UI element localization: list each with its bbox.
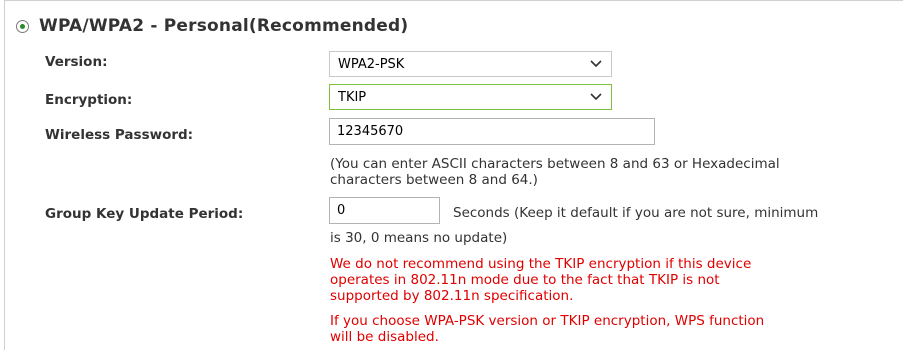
password-hint-line2: characters between 8 and 64.) [330,172,538,188]
chevron-down-icon [589,90,603,104]
password-value: 12345670 [337,124,404,139]
radio-dot [20,23,25,29]
group-key-unit-hint-line2: is 30, 0 means no update) [330,230,508,246]
chevron-down-icon [589,57,603,71]
version-value: WPA2-PSK [338,56,405,72]
panel-top-border [4,0,903,1]
panel-left-border [4,0,5,350]
wireless-security-panel: WPA/WPA2 - Personal(Recommended) Version… [0,0,903,350]
tkip-warning-line2: operates in 802.11n mode due to the fact… [330,272,720,288]
group-key-input[interactable]: 0 [329,197,440,224]
group-key-label: Group Key Update Period: [45,206,244,222]
version-label: Version: [45,54,108,70]
version-select[interactable]: WPA2-PSK [329,51,612,77]
encryption-label: Encryption: [45,92,133,108]
wps-warning-line2: will be disabled. [330,329,439,345]
wps-warning-line1: If you choose WPA-PSK version or TKIP en… [330,313,765,329]
tkip-warning-line3: supported by 802.11n specification. [330,288,574,304]
password-hint-line1: (You can enter ASCII characters between … [330,156,780,172]
security-mode-title: WPA/WPA2 - Personal(Recommended) [39,16,409,36]
encryption-select[interactable]: TKIP [329,84,612,110]
password-label: Wireless Password: [45,127,194,143]
group-key-value: 0 [337,203,346,218]
tkip-warning-line1: We do not recommend using the TKIP encry… [330,256,752,272]
radio-selected-icon[interactable] [16,19,29,33]
security-mode-option[interactable]: WPA/WPA2 - Personal(Recommended) [12,15,408,37]
password-input[interactable]: 12345670 [329,118,655,145]
group-key-unit-hint: Seconds (Keep it default if you are not … [453,205,819,221]
encryption-value: TKIP [338,89,367,105]
